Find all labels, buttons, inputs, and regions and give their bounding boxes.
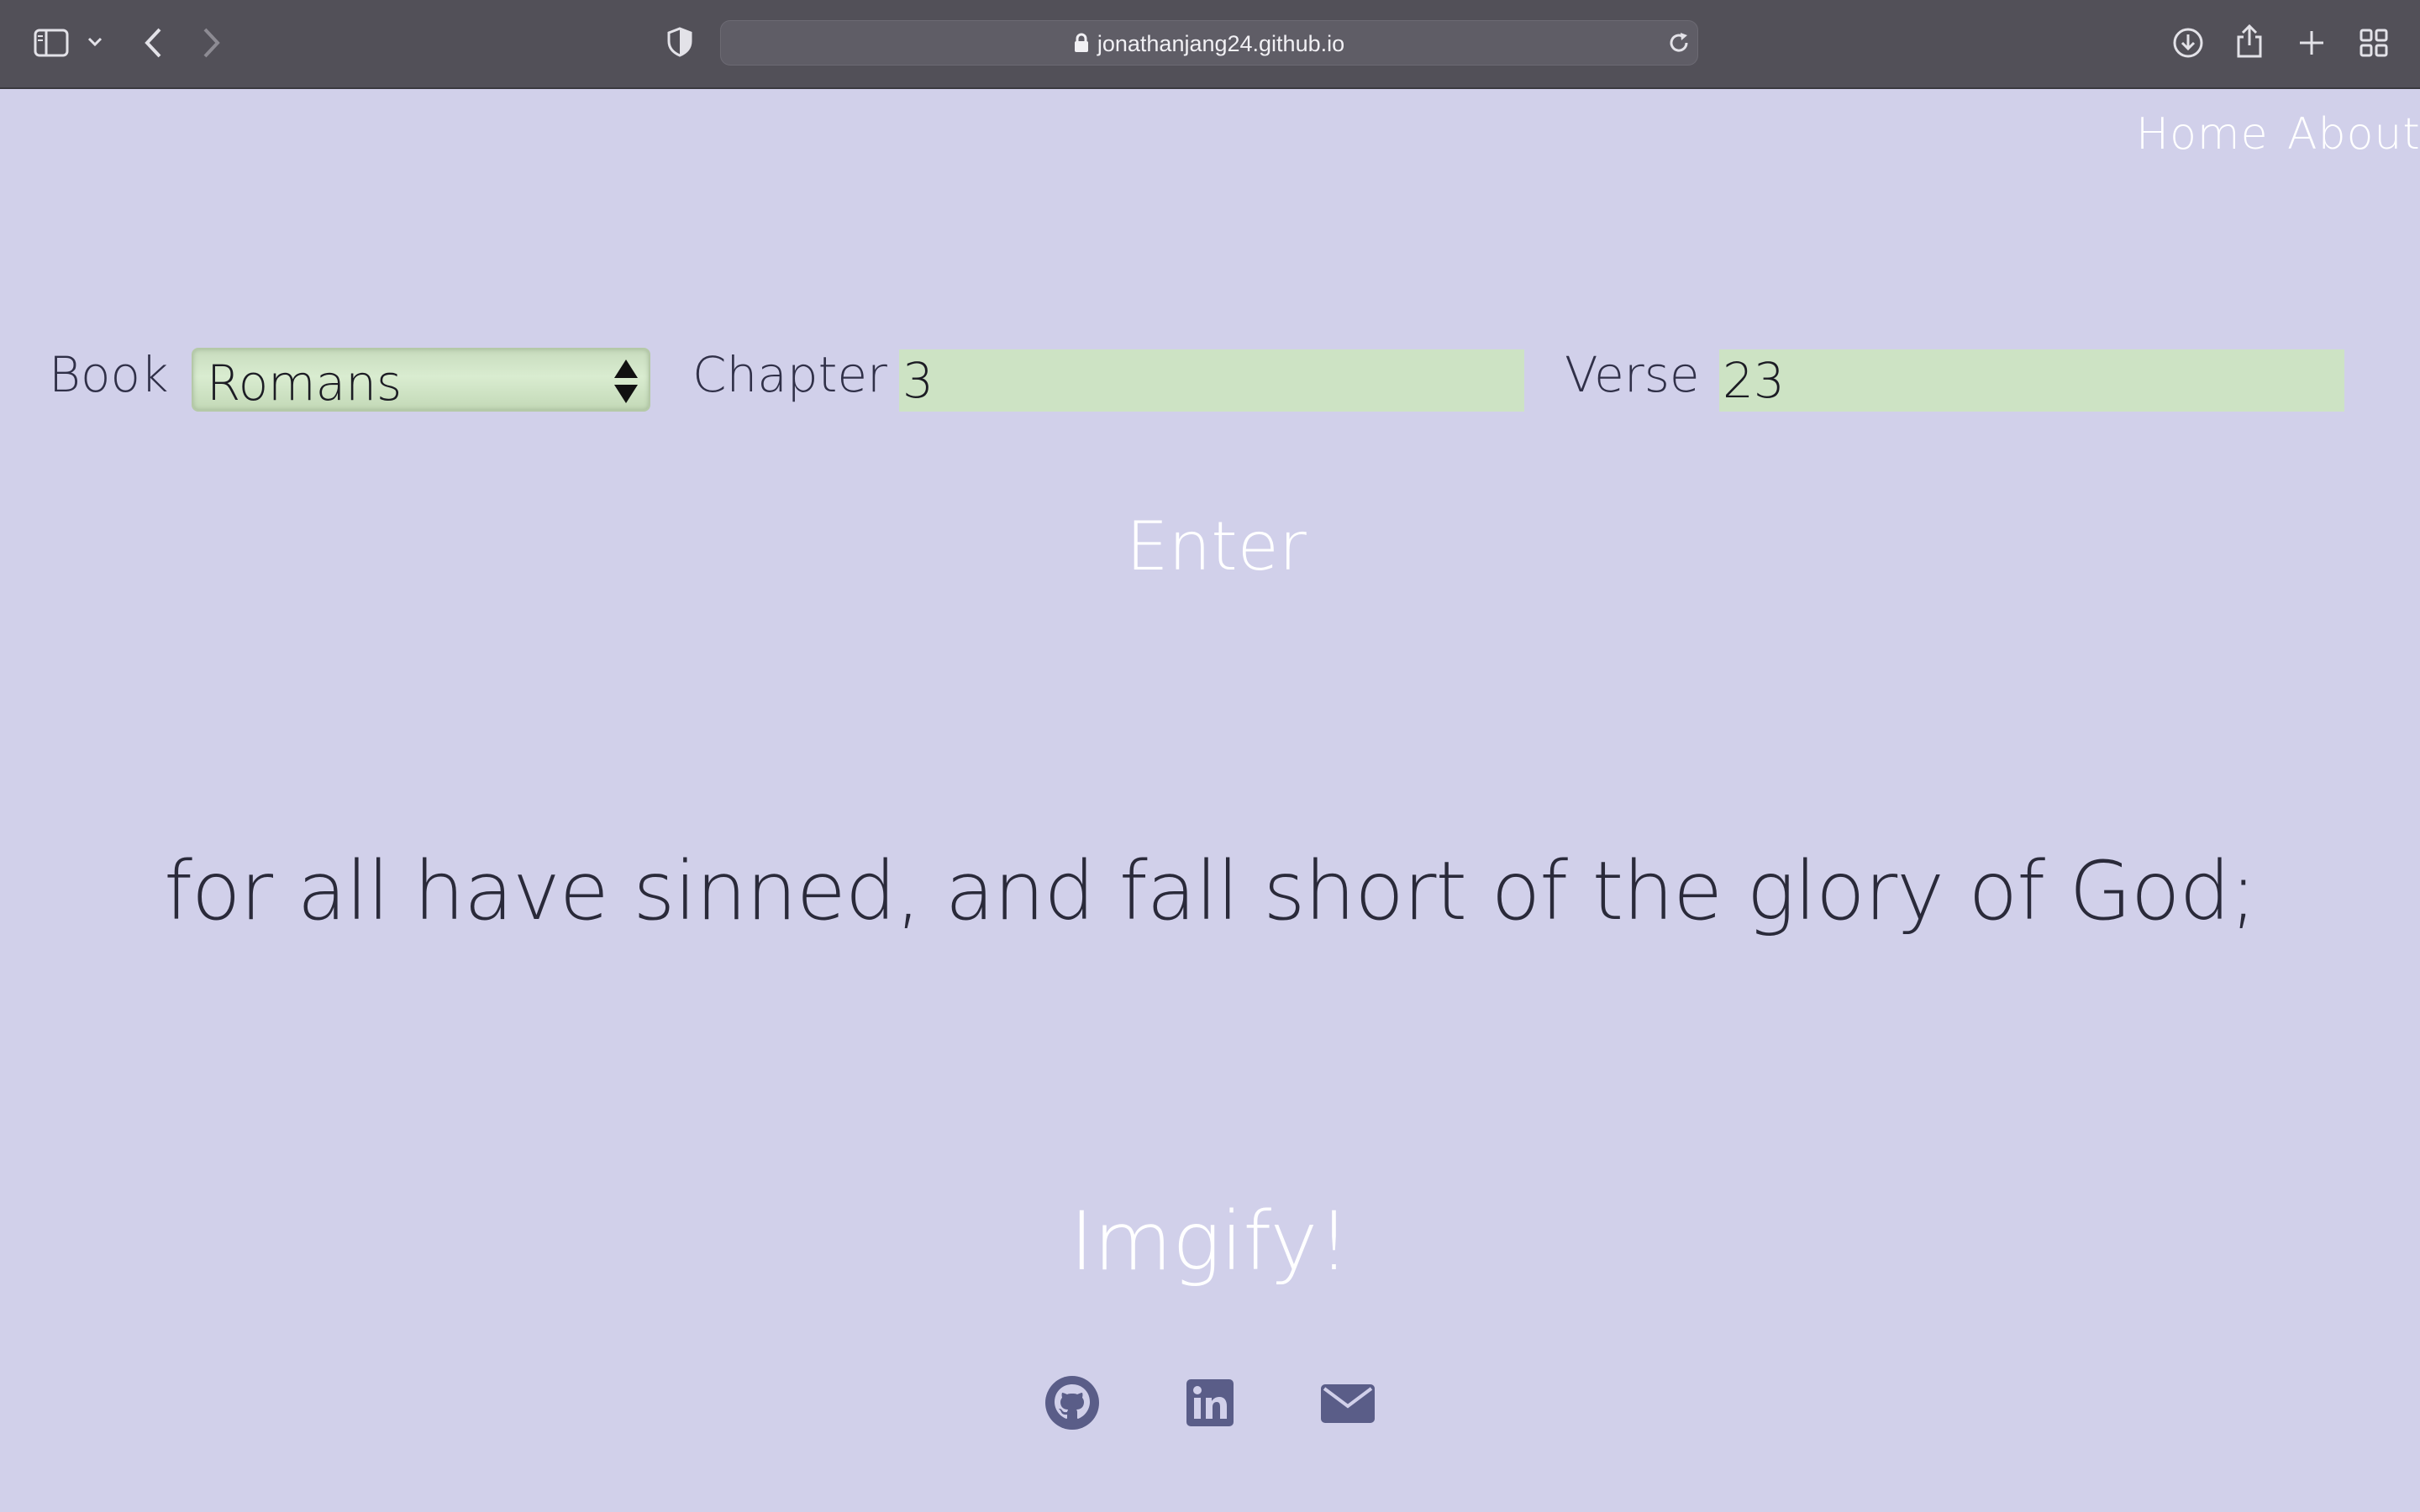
new-tab-icon[interactable] — [2297, 29, 2326, 57]
enter-button[interactable]: Enter — [1126, 504, 1307, 588]
book-label: Book — [49, 346, 169, 403]
reload-icon[interactable] — [1667, 31, 1691, 55]
chevron-down-icon[interactable] — [87, 37, 103, 47]
imgify-button[interactable]: Imgify! — [1034, 1193, 1386, 1290]
chapter-input[interactable] — [899, 349, 1524, 412]
nav-home-link[interactable]: Home — [2136, 109, 2269, 160]
book-select[interactable]: Romans — [192, 348, 650, 412]
verse-label: Verse — [1565, 346, 1700, 403]
select-arrows-icon — [612, 358, 640, 405]
linkedin-icon[interactable] — [1181, 1374, 1239, 1431]
verse-text: for all have sinned, and fall short of t… — [164, 844, 2257, 938]
verse-input[interactable] — [1719, 349, 2344, 412]
book-select-value: Romans — [207, 354, 402, 412]
tab-overview-icon[interactable] — [2360, 29, 2388, 57]
email-icon[interactable] — [1319, 1374, 1376, 1431]
url-text: jonathanjang24.github.io — [1097, 31, 1345, 56]
shield-icon[interactable] — [667, 27, 692, 57]
github-icon[interactable] — [1044, 1374, 1101, 1431]
back-icon[interactable] — [143, 27, 163, 59]
download-icon[interactable] — [2172, 27, 2204, 59]
browser-toolbar: jonathanjang24.github.io — [0, 0, 2420, 89]
chapter-label: Chapter — [692, 346, 887, 403]
url-display[interactable]: jonathanjang24.github.io — [721, 31, 1697, 59]
address-bar[interactable]: jonathanjang24.github.io — [720, 20, 1698, 66]
lock-icon — [1074, 33, 1089, 59]
sidebar-icon[interactable] — [34, 29, 69, 57]
forward-icon[interactable] — [202, 27, 222, 59]
share-icon[interactable] — [2235, 24, 2264, 59]
nav-about-link[interactable]: About — [2287, 109, 2420, 160]
